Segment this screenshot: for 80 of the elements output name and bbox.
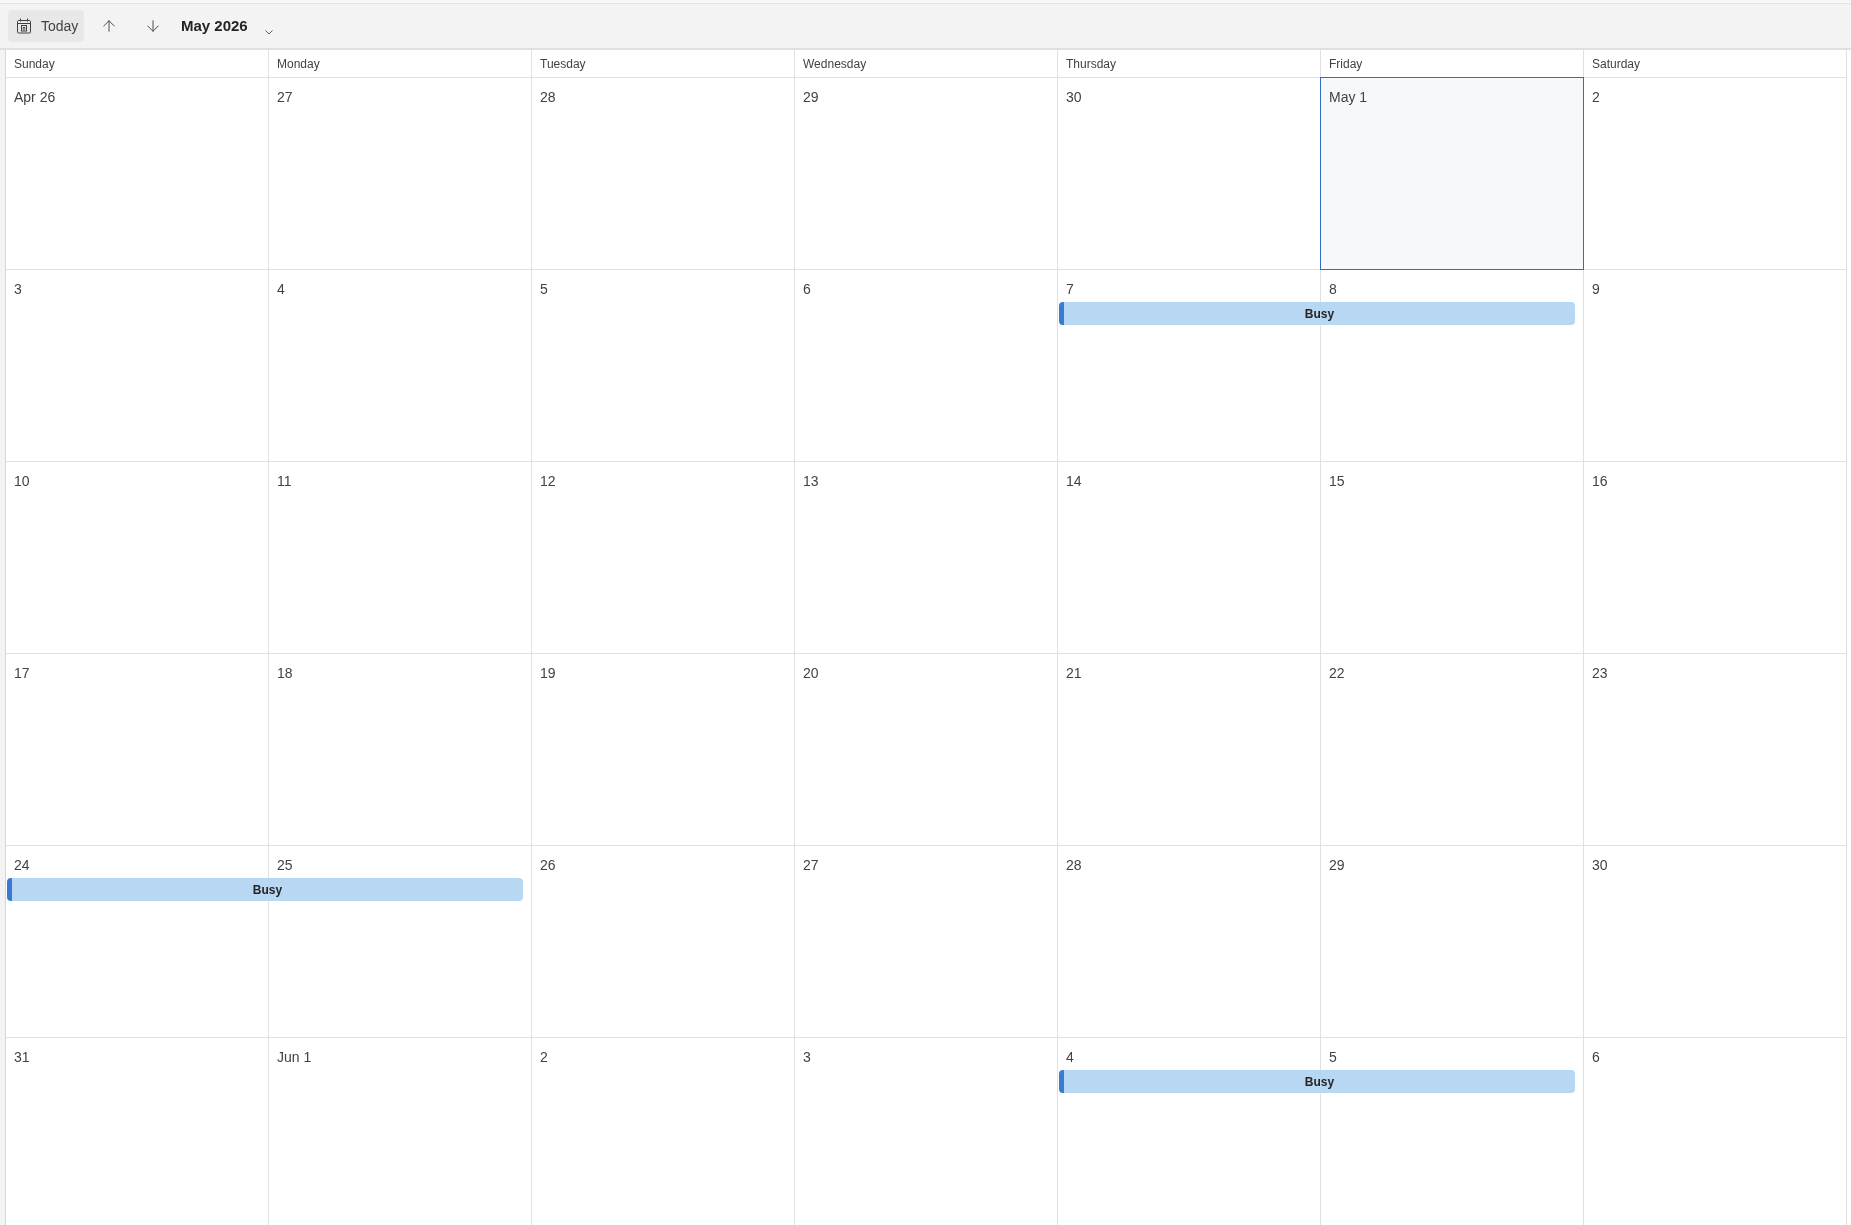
day-cell[interactable]: 29 — [795, 78, 1058, 270]
day-cell[interactable]: 10 — [6, 462, 269, 654]
day-number: 23 — [1592, 665, 1608, 681]
day-cell[interactable]: 26 — [532, 846, 795, 1038]
day-cell[interactable]: 13 — [795, 462, 1058, 654]
day-cell[interactable]: May 1 — [1320, 77, 1584, 270]
day-number: 5 — [540, 281, 548, 297]
day-cell[interactable]: 29 — [1321, 846, 1584, 1038]
day-number: 27 — [277, 89, 293, 105]
day-number: 13 — [803, 473, 819, 489]
day-cell[interactable]: 27 — [269, 78, 532, 270]
day-number: 19 — [540, 665, 556, 681]
day-number: 26 — [540, 857, 556, 873]
day-cell[interactable]: Apr 26 — [6, 78, 269, 270]
day-number: 24 — [14, 857, 30, 873]
day-number: May 1 — [1329, 89, 1368, 105]
day-number: 15 — [1329, 473, 1345, 489]
day-cell[interactable]: 20 — [795, 654, 1058, 846]
day-number: 12 — [540, 473, 556, 489]
event-bar[interactable]: Busy — [1059, 1070, 1575, 1093]
day-number: 29 — [803, 89, 819, 105]
day-cell[interactable]: 22 — [1321, 654, 1584, 846]
day-cell[interactable]: 18 — [269, 654, 532, 846]
day-cell[interactable]: 19 — [532, 654, 795, 846]
day-cell[interactable]: 16 — [1584, 462, 1847, 654]
day-number: 16 — [1592, 473, 1608, 489]
day-number: 17 — [14, 665, 30, 681]
event-bar[interactable]: Busy — [7, 878, 523, 901]
day-number: 21 — [1066, 665, 1082, 681]
day-cell[interactable]: 3 — [6, 270, 269, 462]
day-cell[interactable]: 21 — [1058, 654, 1321, 846]
day-number: 22 — [1329, 665, 1345, 681]
day-cell[interactable]: 17 — [6, 654, 269, 846]
day-number: 28 — [1066, 857, 1082, 873]
day-number: 5 — [1329, 1049, 1337, 1065]
day-number: 7 — [1066, 281, 1074, 297]
day-number: 30 — [1592, 857, 1608, 873]
day-number: 9 — [1592, 281, 1600, 297]
day-number: 30 — [1066, 89, 1082, 105]
day-cell[interactable]: 12 — [532, 462, 795, 654]
day-cell[interactable]: 23 — [1584, 654, 1847, 846]
day-number: 14 — [1066, 473, 1082, 489]
day-number: 4 — [1066, 1049, 1074, 1065]
day-cell[interactable]: 27 — [795, 846, 1058, 1038]
day-number: Apr 26 — [14, 89, 56, 105]
day-cell[interactable]: 11 — [269, 462, 532, 654]
day-number: 29 — [1329, 857, 1345, 873]
chevron-down-icon — [264, 29, 273, 35]
day-cell[interactable]: 28 — [532, 78, 795, 270]
day-number: 3 — [803, 1049, 811, 1065]
day-cell[interactable]: 30 — [1584, 846, 1847, 1038]
day-number: 2 — [1592, 89, 1600, 105]
day-number: 31 — [14, 1049, 30, 1065]
day-cell[interactable]: 2 — [1584, 78, 1847, 270]
day-number: 25 — [277, 857, 293, 873]
day-cell[interactable]: 15 — [1321, 462, 1584, 654]
day-number: 6 — [1592, 1049, 1600, 1065]
day-number: 6 — [803, 281, 811, 297]
day-number: 2 — [540, 1049, 548, 1065]
month-picker[interactable]: May 2026 — [173, 10, 277, 42]
day-cell[interactable]: 4 — [269, 270, 532, 462]
day-number: 20 — [803, 665, 819, 681]
day-cell[interactable]: 5 — [532, 270, 795, 462]
day-cell[interactable]: 14 — [1058, 462, 1321, 654]
arrow-down-icon — [144, 17, 162, 35]
day-number: 10 — [14, 473, 30, 489]
day-number: 28 — [540, 89, 556, 105]
event-bar[interactable]: Busy — [1059, 302, 1575, 325]
day-cell[interactable]: 28 — [1058, 846, 1321, 1038]
day-cell[interactable]: 9 — [1584, 270, 1847, 462]
calendar-icon — [16, 18, 32, 34]
day-number: 11 — [277, 473, 292, 489]
day-number: 4 — [277, 281, 285, 297]
day-number: 3 — [14, 281, 22, 297]
day-number: 18 — [277, 665, 293, 681]
day-number: 27 — [803, 857, 819, 873]
today-button[interactable]: Today — [8, 10, 84, 42]
day-number: 8 — [1329, 281, 1337, 297]
day-cell[interactable]: 6 — [795, 270, 1058, 462]
day-number: Jun 1 — [277, 1049, 312, 1065]
